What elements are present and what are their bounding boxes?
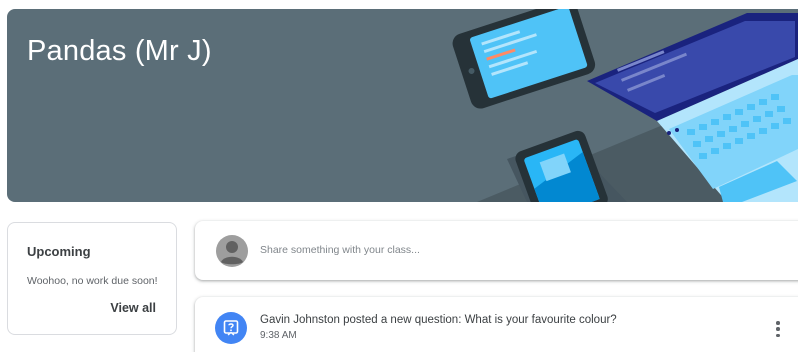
- share-input[interactable]: Share something with your class...: [260, 244, 420, 256]
- phone-illustration: [515, 130, 608, 202]
- view-all-link[interactable]: View all: [110, 301, 156, 315]
- share-box[interactable]: Share something with your class...: [195, 221, 798, 280]
- upcoming-message: Woohoo, no work due soon!: [27, 275, 158, 287]
- question-icon: [215, 312, 247, 344]
- post-title[interactable]: Gavin Johnston posted a new question: Wh…: [260, 314, 617, 326]
- upcoming-title: Upcoming: [27, 244, 91, 259]
- post-time: 9:38 AM: [260, 330, 297, 341]
- upcoming-card: Upcoming Woohoo, no work due soon! View …: [7, 222, 177, 335]
- tablet-illustration: [452, 9, 596, 109]
- class-title: Pandas (Mr J): [27, 35, 212, 67]
- class-banner: Pandas (Mr J): [7, 9, 798, 202]
- avatar-icon: [216, 235, 248, 267]
- more-options-icon[interactable]: [771, 319, 785, 339]
- stream-post[interactable]: Gavin Johnston posted a new question: Wh…: [195, 297, 798, 352]
